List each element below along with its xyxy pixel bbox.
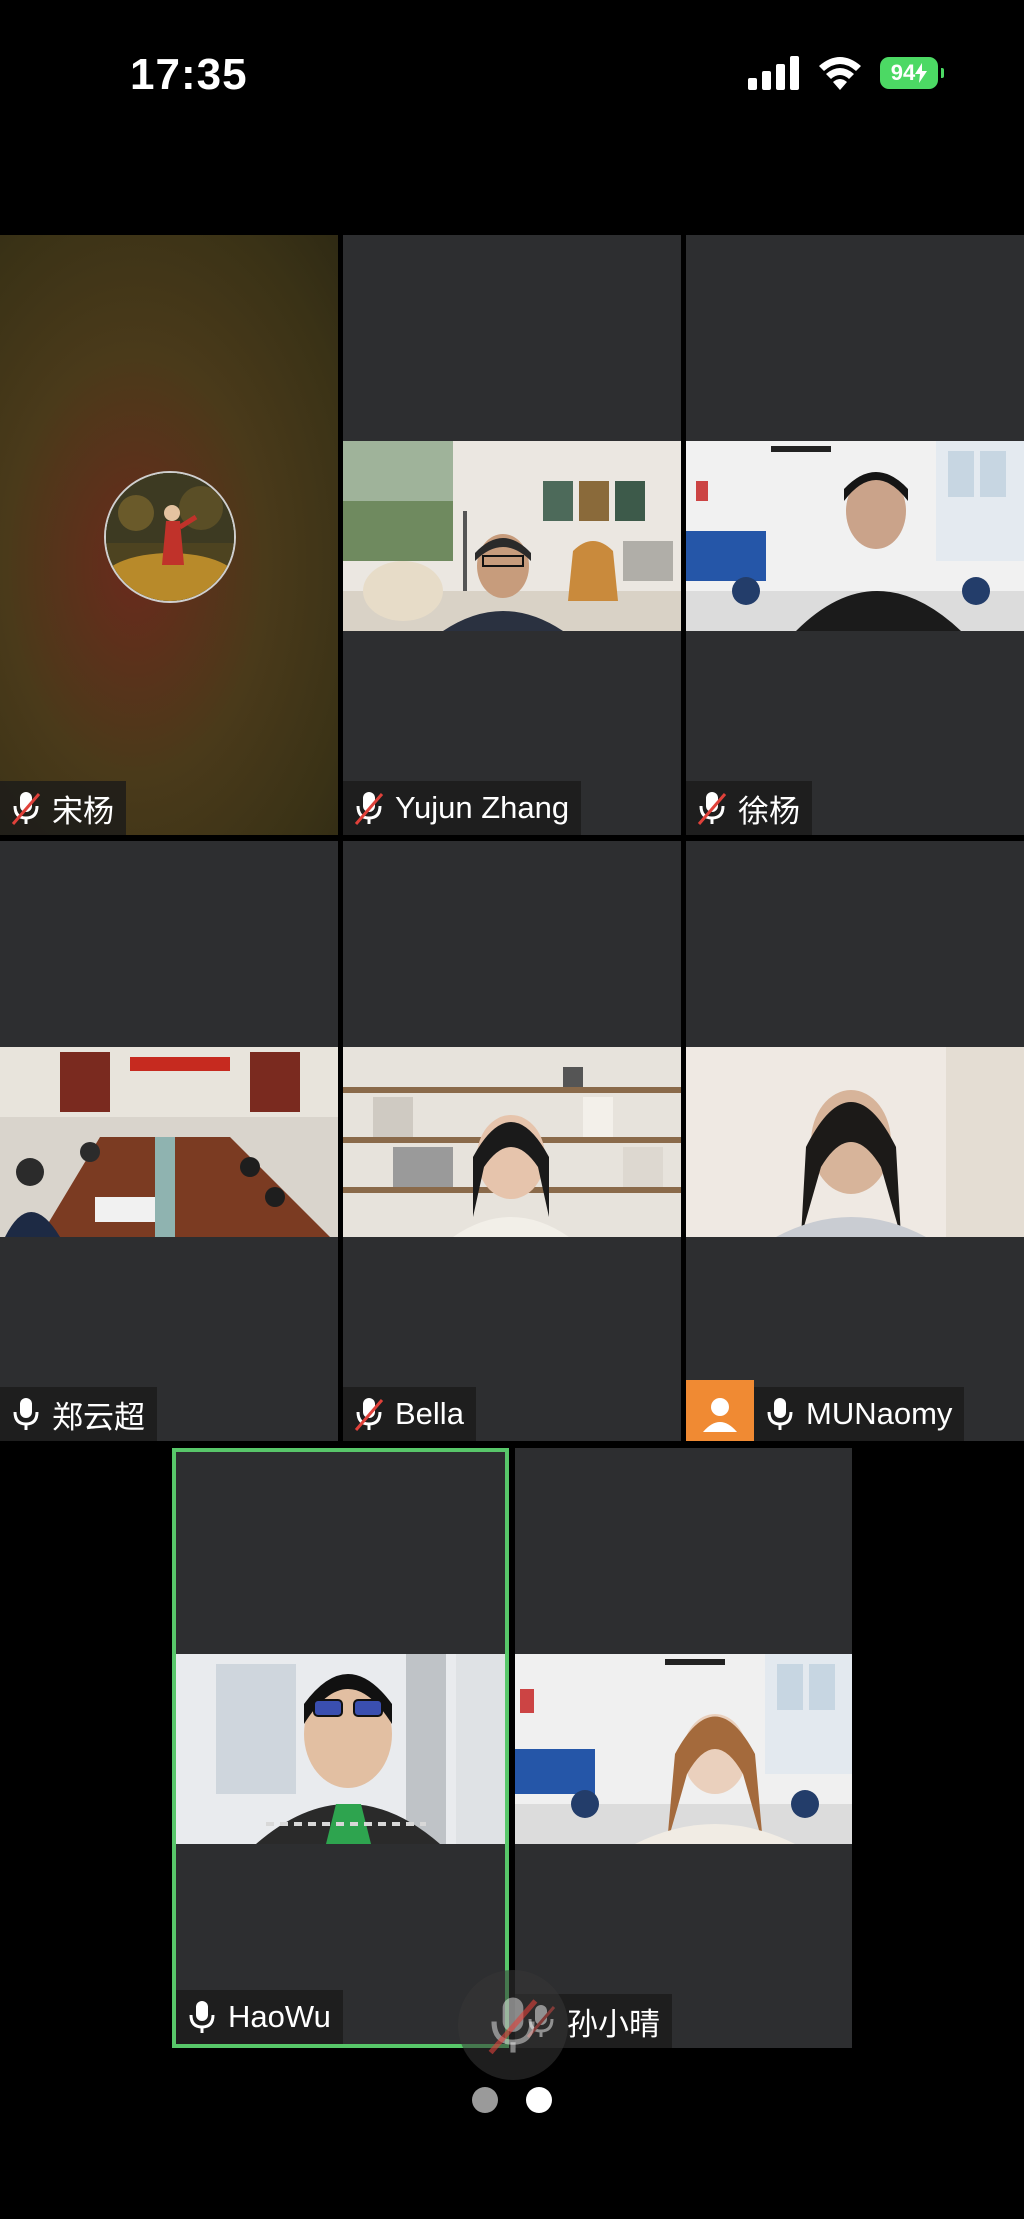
participant-name: HaoWu [228, 1999, 331, 2034]
page-indicator [0, 2087, 1024, 2113]
participant-name-tag: HaoWu [176, 1990, 343, 2044]
video-feed [176, 1654, 505, 1844]
mic-icon [189, 2001, 215, 2033]
mic-icon [13, 1398, 39, 1430]
mic-icon [767, 1398, 793, 1430]
participant-name: Yujun Zhang [395, 790, 570, 825]
participant-name: Bella [395, 1396, 464, 1431]
participant-tile[interactable]: Yujun Zhang [343, 235, 681, 835]
participant-tile[interactable]: Bella [343, 841, 681, 1441]
person-icon [703, 1398, 737, 1432]
participant-name: MUNaomy [806, 1396, 953, 1431]
battery-indicator: 94 [880, 57, 944, 89]
participant-name-tag: 郑云超 [0, 1387, 157, 1441]
participant-tile[interactable]: 郑云超 [0, 841, 338, 1441]
page-dot-current[interactable] [526, 2087, 552, 2113]
status-icons: 94 [748, 56, 944, 90]
mic-muted-icon [11, 792, 41, 825]
mic-muted-icon [697, 792, 727, 825]
mic-muted-icon [354, 1398, 384, 1431]
status-time: 17:35 [130, 50, 248, 99]
cellular-signal-icon [748, 56, 799, 90]
video-feed [0, 1047, 338, 1237]
participant-tile[interactable]: 徐杨 [686, 235, 1024, 835]
video-feed [686, 1047, 1024, 1237]
wifi-icon [819, 57, 861, 90]
participant-name: 宋杨 [52, 793, 114, 829]
video-feed [686, 441, 1024, 631]
avatar [104, 471, 236, 603]
participant-name: 郑云超 [52, 1399, 145, 1435]
participant-name: 徐杨 [738, 793, 800, 829]
participant-name-tag: 宋杨 [0, 781, 126, 835]
floating-mic-button[interactable] [458, 1970, 568, 2080]
participant-name-tag: Bella [343, 1387, 476, 1441]
battery-level: 94 [890, 60, 916, 85]
participant-tile[interactable]: 宋杨 [0, 235, 338, 835]
video-feed [343, 1047, 681, 1237]
avatar [686, 1380, 754, 1441]
participant-tile[interactable]: MUNaomy [686, 841, 1024, 1441]
mic-muted-icon [488, 1997, 538, 2055]
mic-muted-icon [354, 792, 384, 825]
charging-bolt-icon [915, 63, 928, 83]
video-feed [343, 441, 681, 631]
page-dot[interactable] [472, 2087, 498, 2113]
participant-name: 孙小晴 [567, 2006, 660, 2042]
participant-name-tag: MUNaomy [686, 1380, 965, 1441]
participant-name-tag: Yujun Zhang [343, 781, 582, 835]
video-feed [515, 1654, 852, 1844]
participant-name-tag: 徐杨 [686, 781, 812, 835]
participant-tile[interactable]: 孙小晴 [515, 1448, 852, 2048]
participant-tile-active[interactable]: HaoWu [172, 1448, 509, 2048]
